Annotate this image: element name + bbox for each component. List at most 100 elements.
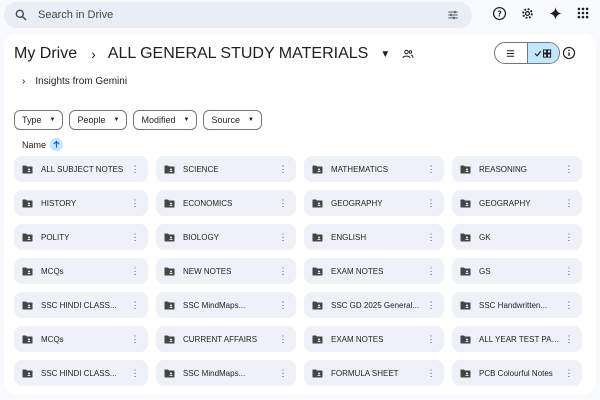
help-icon[interactable]: ? bbox=[490, 4, 508, 22]
folder-card[interactable]: GEOGRAPHY ⋮ bbox=[452, 190, 582, 216]
folder-card[interactable]: EXAM NOTES ⋮ bbox=[304, 258, 444, 284]
grid-view-button[interactable] bbox=[526, 43, 559, 63]
more-vert-icon[interactable]: ⋮ bbox=[130, 164, 140, 175]
folder-name: MATHEMATICS bbox=[331, 164, 389, 174]
more-vert-icon[interactable]: ⋮ bbox=[426, 164, 436, 175]
more-vert-icon[interactable]: ⋮ bbox=[564, 164, 574, 175]
sparkle-icon[interactable] bbox=[546, 4, 564, 22]
filter-chips: Type ▼ People ▼ Modified ▼ Source ▼ bbox=[14, 110, 262, 130]
more-vert-icon[interactable]: ⋮ bbox=[130, 334, 140, 345]
gear-icon[interactable] bbox=[518, 4, 536, 22]
more-vert-icon[interactable]: ⋮ bbox=[426, 232, 436, 243]
folder-icon bbox=[22, 267, 33, 275]
folder-card[interactable]: GEOGRAPHY ⋮ bbox=[304, 190, 444, 216]
more-vert-icon[interactable]: ⋮ bbox=[278, 300, 288, 311]
more-vert-icon[interactable]: ⋮ bbox=[426, 266, 436, 277]
more-vert-icon[interactable]: ⋮ bbox=[278, 334, 288, 345]
folder-card[interactable]: CURRENT AFFAIRS ⋮ bbox=[156, 326, 296, 352]
dropdown-icon: ▼ bbox=[49, 117, 56, 123]
folder-card[interactable]: POLITY ⋮ bbox=[14, 224, 148, 250]
folder-card[interactable]: GS ⋮ bbox=[452, 258, 582, 284]
folder-card[interactable]: MATHEMATICS ⋮ bbox=[304, 156, 444, 182]
folder-card[interactable]: NEW NOTES ⋮ bbox=[156, 258, 296, 284]
more-vert-icon[interactable]: ⋮ bbox=[426, 334, 436, 345]
folder-card[interactable]: BIOLOGY ⋮ bbox=[156, 224, 296, 250]
breadcrumb-current[interactable]: ALL GENERAL STUDY MATERIALS bbox=[108, 45, 369, 63]
filter-label: Source bbox=[211, 115, 240, 125]
more-vert-icon[interactable]: ⋮ bbox=[564, 198, 574, 209]
list-view-button[interactable] bbox=[495, 43, 527, 63]
check-grid-icon bbox=[534, 48, 552, 58]
sort-by-name[interactable]: Name bbox=[22, 138, 64, 151]
folder-card[interactable]: PCB Colourful Notes ⋮ bbox=[452, 360, 582, 386]
more-vert-icon[interactable]: ⋮ bbox=[564, 300, 574, 311]
filter-label: Type bbox=[22, 115, 42, 125]
more-vert-icon[interactable]: ⋮ bbox=[426, 368, 436, 379]
dropdown-icon: ▼ bbox=[247, 117, 254, 123]
folder-icon bbox=[312, 267, 323, 275]
insights-toggle[interactable]: › Insights from Gemini bbox=[22, 76, 127, 87]
folder-name: SSC Handwritten... bbox=[479, 300, 548, 310]
folder-card[interactable]: FORMULA SHEET ⋮ bbox=[304, 360, 444, 386]
search-bar[interactable]: Search in Drive bbox=[4, 2, 472, 28]
more-vert-icon[interactable]: ⋮ bbox=[278, 232, 288, 243]
folder-icon bbox=[164, 165, 175, 173]
more-vert-icon[interactable]: ⋮ bbox=[278, 266, 288, 277]
folder-card[interactable]: EXAM NOTES ⋮ bbox=[304, 326, 444, 352]
folder-card[interactable]: ALL YEAR TEST PAPER ⋮ bbox=[452, 326, 582, 352]
folder-card[interactable]: REASONING ⋮ bbox=[452, 156, 582, 182]
chevron-right-icon: › bbox=[22, 76, 26, 87]
info-icon[interactable] bbox=[562, 46, 576, 60]
more-vert-icon[interactable]: ⋮ bbox=[130, 232, 140, 243]
arrow-up-icon[interactable] bbox=[50, 138, 64, 151]
more-vert-icon[interactable]: ⋮ bbox=[130, 198, 140, 209]
folder-name: SSC MindMaps... bbox=[183, 368, 246, 378]
folder-name: SSC HINDI CLASS... bbox=[41, 368, 117, 378]
folder-icon bbox=[312, 199, 323, 207]
more-vert-icon[interactable]: ⋮ bbox=[564, 266, 574, 277]
folder-name: POLITY bbox=[41, 232, 70, 242]
search-input[interactable]: Search in Drive bbox=[38, 9, 113, 21]
filter-source[interactable]: Source ▼ bbox=[203, 110, 262, 130]
more-vert-icon[interactable]: ⋮ bbox=[130, 300, 140, 311]
folder-icon bbox=[460, 369, 471, 377]
folder-card[interactable]: MCQs ⋮ bbox=[14, 258, 148, 284]
more-vert-icon[interactable]: ⋮ bbox=[564, 334, 574, 345]
more-vert-icon[interactable]: ⋮ bbox=[426, 198, 436, 209]
folder-card[interactable]: ENGLISH ⋮ bbox=[304, 224, 444, 250]
folder-card[interactable]: SSC HINDI CLASS... ⋮ bbox=[14, 292, 148, 318]
search-icon bbox=[15, 9, 27, 21]
tune-icon[interactable] bbox=[446, 8, 460, 22]
more-vert-icon[interactable]: ⋮ bbox=[564, 232, 574, 243]
folder-card[interactable]: SSC HINDI CLASS... ⋮ bbox=[14, 360, 148, 386]
more-vert-icon[interactable]: ⋮ bbox=[564, 368, 574, 379]
folder-card[interactable]: SSC GD 2025 General... ⋮ bbox=[304, 292, 444, 318]
more-vert-icon[interactable]: ⋮ bbox=[278, 368, 288, 379]
more-vert-icon[interactable]: ⋮ bbox=[278, 198, 288, 209]
folder-card[interactable]: MCQs ⋮ bbox=[14, 326, 148, 352]
folder-name: MCQs bbox=[41, 334, 64, 344]
breadcrumb-root[interactable]: My Drive bbox=[14, 45, 77, 63]
folder-card[interactable]: SSC MindMaps... ⋮ bbox=[156, 360, 296, 386]
more-vert-icon[interactable]: ⋮ bbox=[278, 164, 288, 175]
folder-card[interactable]: HISTORY ⋮ bbox=[14, 190, 148, 216]
folder-name: ALL SUBJECT NOTES bbox=[41, 164, 124, 174]
breadcrumb: My Drive › ALL GENERAL STUDY MATERIALS ▼ bbox=[14, 42, 414, 66]
folder-icon bbox=[22, 233, 33, 241]
apps-grid-icon[interactable] bbox=[574, 4, 592, 22]
more-vert-icon[interactable]: ⋮ bbox=[130, 266, 140, 277]
caret-down-icon[interactable]: ▼ bbox=[380, 49, 390, 60]
folder-icon bbox=[22, 301, 33, 309]
filter-modified[interactable]: Modified ▼ bbox=[133, 110, 198, 130]
folder-name: SSC MindMaps... bbox=[183, 300, 246, 310]
filter-people[interactable]: People ▼ bbox=[69, 110, 128, 130]
folder-card[interactable]: SSC MindMaps... ⋮ bbox=[156, 292, 296, 318]
more-vert-icon[interactable]: ⋮ bbox=[130, 368, 140, 379]
folder-card[interactable]: ECONOMICS ⋮ bbox=[156, 190, 296, 216]
folder-card[interactable]: SCIENCE ⋮ bbox=[156, 156, 296, 182]
folder-card[interactable]: SSC Handwritten... ⋮ bbox=[452, 292, 582, 318]
folder-card[interactable]: ALL SUBJECT NOTES ⋮ bbox=[14, 156, 148, 182]
folder-card[interactable]: GK ⋮ bbox=[452, 224, 582, 250]
more-vert-icon[interactable]: ⋮ bbox=[426, 300, 436, 311]
filter-type[interactable]: Type ▼ bbox=[14, 110, 64, 130]
